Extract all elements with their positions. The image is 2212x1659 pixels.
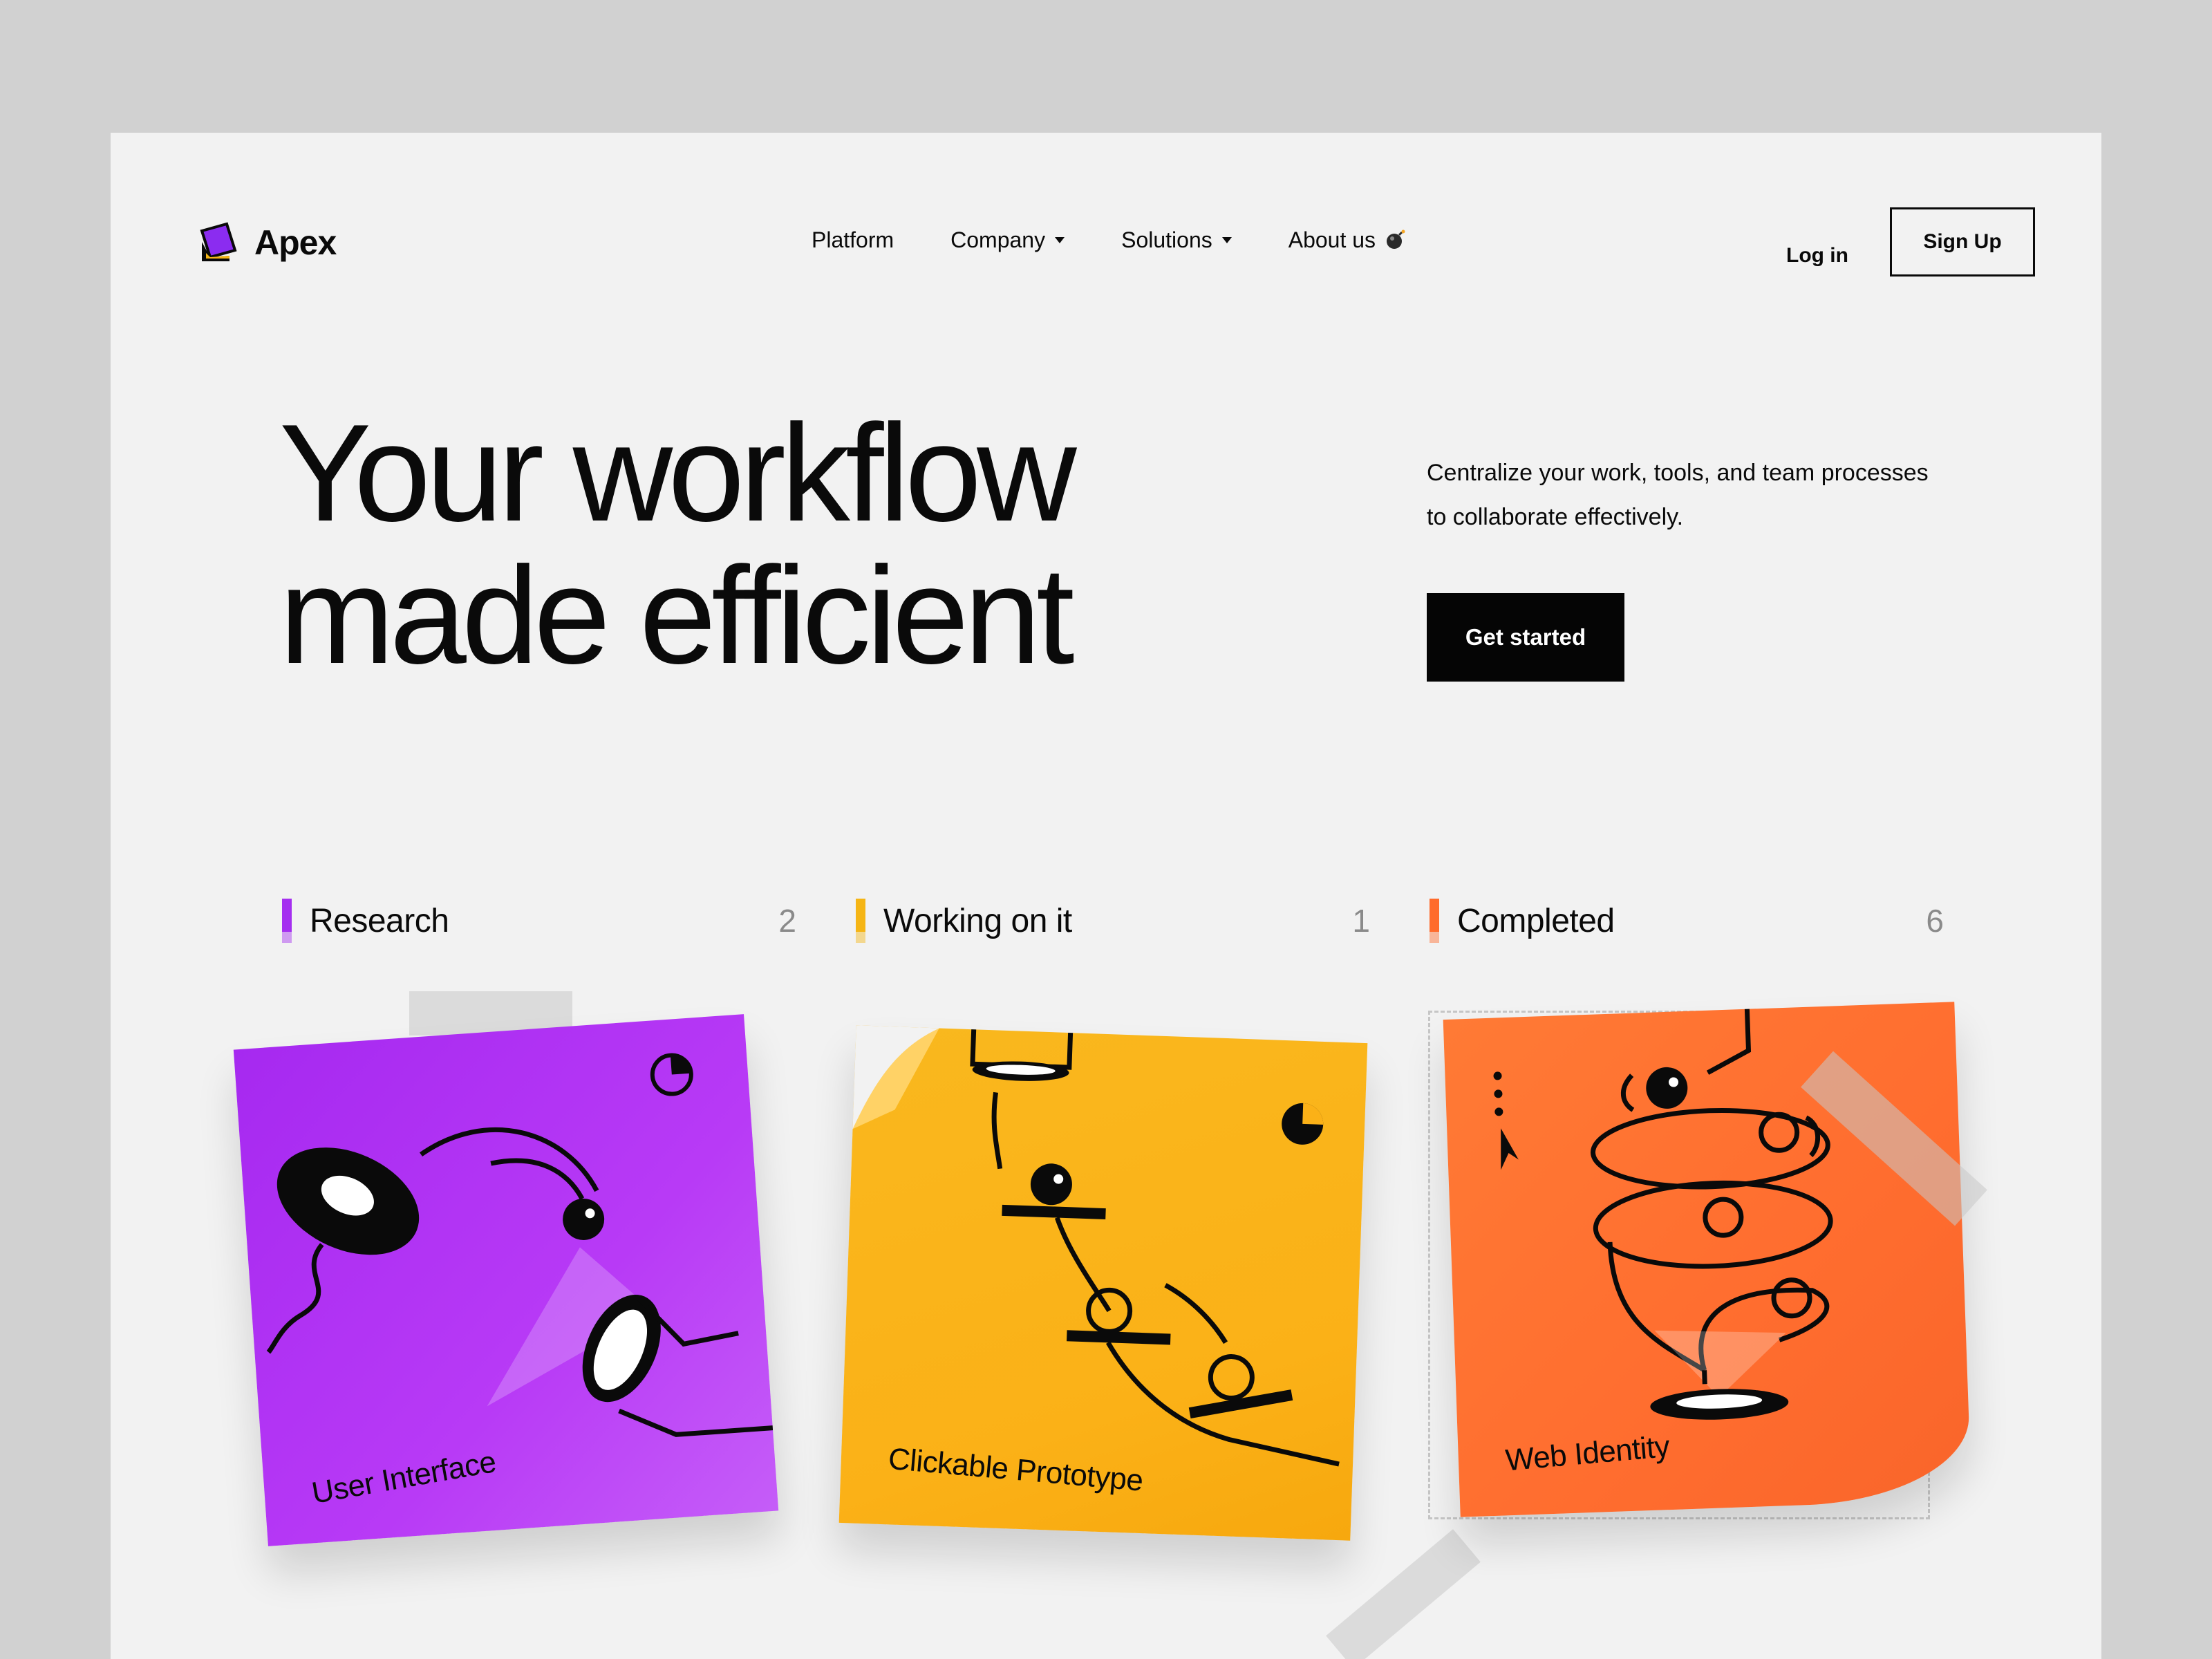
column-title: Research — [310, 902, 449, 939]
nav-label: About us — [1288, 227, 1376, 252]
column-header-working: Working on it 1 — [856, 899, 1370, 943]
hero-title: Your workflow made efficient — [279, 396, 1077, 693]
hero-subtitle-line: Centralize your work, tools, and team pr… — [1427, 460, 1929, 486]
caret-down-icon — [1055, 236, 1065, 243]
login-link[interactable]: Log in — [1786, 221, 1848, 290]
column-count: 6 — [1926, 903, 1944, 939]
bomb-icon — [1387, 229, 1405, 249]
column-color-bar — [856, 899, 865, 943]
column-header-research: Research 2 — [282, 899, 796, 943]
nav-label: Solutions — [1121, 227, 1212, 252]
nav-item-solutions[interactable]: Solutions — [1121, 223, 1232, 257]
apex-logo-icon — [200, 222, 237, 261]
main-nav: Platform Company Solutions About us — [812, 223, 1406, 257]
spiral-track-illustration — [1493, 1009, 1833, 1420]
column-color-bar — [1430, 899, 1439, 943]
card-web-identity[interactable]: Web Identity — [1443, 1002, 1972, 1517]
signup-button[interactable]: Sign Up — [1890, 207, 2035, 276]
brand-logo[interactable]: Apex — [199, 221, 337, 264]
brand-name: Apex — [254, 223, 337, 262]
hero-title-line: Your workflow — [279, 396, 1077, 550]
column-title: Working on it — [883, 902, 1072, 939]
nav-label: Company — [950, 227, 1046, 252]
nav-label: Platform — [812, 227, 894, 252]
column-count: 1 — [1352, 903, 1370, 939]
nav-item-about[interactable]: About us — [1288, 223, 1406, 257]
column-title: Completed — [1457, 902, 1615, 939]
column-count: 2 — [778, 903, 796, 939]
hero-subtitle: Centralize your work, tools, and team pr… — [1427, 451, 2014, 539]
hero-title-line: made efficient — [279, 538, 1075, 693]
card-user-interface[interactable]: User Interface — [233, 1014, 779, 1546]
column-color-bar — [282, 899, 292, 943]
get-started-button[interactable]: Get started — [1427, 593, 1624, 682]
page-frame: Apex Platform Company Solutions About us… — [111, 133, 2101, 1659]
lens-spotlight-illustration — [266, 1053, 774, 1437]
nav-item-platform[interactable]: Platform — [812, 223, 894, 257]
nav-item-company[interactable]: Company — [950, 223, 1065, 257]
column-header-completed: Completed 6 — [1430, 899, 1944, 943]
hero-subtitle-line: to collaborate effectively. — [1427, 504, 1684, 530]
caret-down-icon — [1221, 236, 1232, 243]
card-clickable-prototype[interactable]: Clickable Prototype — [838, 1025, 1368, 1541]
tape-strip — [1326, 1529, 1481, 1659]
